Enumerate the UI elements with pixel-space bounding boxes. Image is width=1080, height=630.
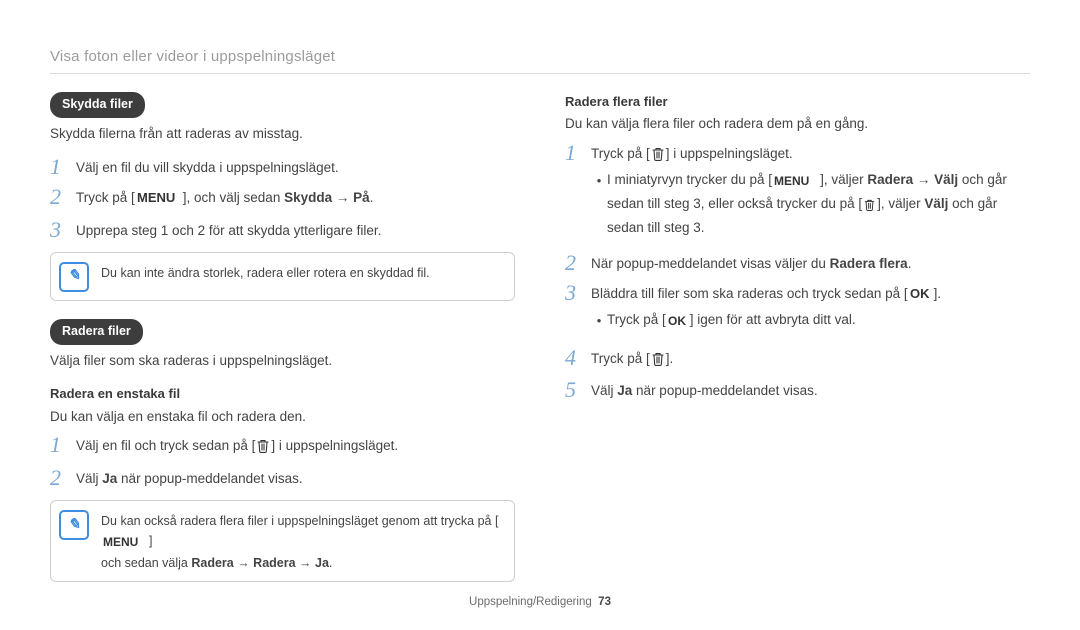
svg-text:MENU: MENU xyxy=(774,175,809,187)
protect-steps: 1 Välj en fil du vill skydda i uppspelni… xyxy=(50,155,515,242)
multi-step-4: Tryck på []. xyxy=(591,346,1030,373)
footer-page-number: 73 xyxy=(598,596,611,608)
svg-text:OK: OK xyxy=(668,315,686,327)
trash-icon xyxy=(652,147,664,168)
step-number: 5 xyxy=(565,378,591,401)
protect-note: ✎ Du kan inte ändra storlek, radera elle… xyxy=(50,252,515,301)
footer: Uppspelning/Redigering 73 xyxy=(0,596,1080,608)
ok-icon: OK xyxy=(668,313,688,334)
delete-note: ✎ Du kan också radera flera filer i upps… xyxy=(50,500,515,582)
multi-step-5: Välj Ja när popup-meddelandet visas. xyxy=(591,378,1030,402)
footer-section: Uppspelning/Redigering xyxy=(469,596,592,608)
svg-text:OK: OK xyxy=(910,287,930,301)
delete-single-step-1: Välj en fil och tryck sedan på [] i upps… xyxy=(76,433,515,460)
trash-icon xyxy=(257,439,269,460)
protect-step-2: Tryck på [MENU], och välj sedan Skydda →… xyxy=(76,185,515,212)
menu-icon: MENU xyxy=(137,191,181,212)
bullet-icon: • xyxy=(591,310,607,331)
delete-single-lede: Du kan välja en enstaka fil och radera d… xyxy=(50,407,515,428)
right-column: Radera flera filer Du kan välja flera fi… xyxy=(565,92,1030,600)
multi-step-3: Bläddra till filer som ska raderas och t… xyxy=(591,281,1030,340)
protect-lede: Skydda filerna från att raderas av misst… xyxy=(50,124,515,145)
step-number: 3 xyxy=(565,281,591,304)
delete-lede: Välja filer som ska raderas i uppspelnin… xyxy=(50,351,515,372)
delete-multi-lede: Du kan välja flera filer och radera dem … xyxy=(565,114,1030,135)
delete-pill: Radera filer xyxy=(50,319,143,345)
left-column: Skydda filer Skydda filerna från att rad… xyxy=(50,92,515,600)
header-rule xyxy=(50,73,1030,74)
delete-single-step-2: Välj Ja när popup-meddelandet visas. xyxy=(76,466,515,490)
bullet-icon: • xyxy=(591,170,607,191)
multi-step-3-bullet: Tryck på [OK] igen för att avbryta ditt … xyxy=(607,310,1030,334)
ok-icon: OK xyxy=(910,287,932,308)
step-number: 2 xyxy=(50,466,76,489)
protect-note-text: Du kan inte ändra storlek, radera eller … xyxy=(101,261,502,283)
protect-pill: Skydda filer xyxy=(50,92,145,118)
step-number: 1 xyxy=(50,155,76,178)
delete-multi-heading: Radera flera filer xyxy=(565,92,1030,112)
page: Visa foton eller videor i uppspelningslä… xyxy=(0,0,1080,630)
svg-text:MENU: MENU xyxy=(103,536,138,548)
info-icon: ✎ xyxy=(59,510,89,540)
delete-note-text: Du kan också radera flera filer i uppspe… xyxy=(101,509,502,573)
multi-step-2: När popup-meddelandet visas väljer du Ra… xyxy=(591,251,1030,275)
delete-multi-steps: 1 Tryck på [] i uppspelningsläget. • I m… xyxy=(565,141,1030,402)
svg-text:MENU: MENU xyxy=(137,191,175,205)
menu-icon: MENU xyxy=(774,173,818,194)
step-number: 1 xyxy=(565,141,591,164)
delete-single-heading: Radera en enstaka fil xyxy=(50,384,515,404)
menu-icon: MENU xyxy=(103,535,147,554)
trash-icon xyxy=(864,197,875,218)
step-number: 4 xyxy=(565,346,591,369)
columns: Skydda filer Skydda filerna från att rad… xyxy=(50,92,1030,600)
protect-step-1: Välj en fil du vill skydda i uppspelning… xyxy=(76,155,515,179)
step-number: 3 xyxy=(50,218,76,241)
multi-step-1: Tryck på [] i uppspelningsläget. • I min… xyxy=(591,141,1030,245)
protect-step-3: Upprepa steg 1 och 2 för att skydda ytte… xyxy=(76,218,515,242)
step-number: 1 xyxy=(50,433,76,456)
delete-single-steps: 1 Välj en fil och tryck sedan på [] i up… xyxy=(50,433,515,490)
multi-step-1-bullet: I miniatyrvyn trycker du på [MENU], välj… xyxy=(607,170,1030,239)
trash-icon xyxy=(652,352,664,373)
page-title: Visa foton eller videor i uppspelningslä… xyxy=(50,48,1030,65)
step-number: 2 xyxy=(565,251,591,274)
step-number: 2 xyxy=(50,185,76,208)
info-icon: ✎ xyxy=(59,262,89,292)
